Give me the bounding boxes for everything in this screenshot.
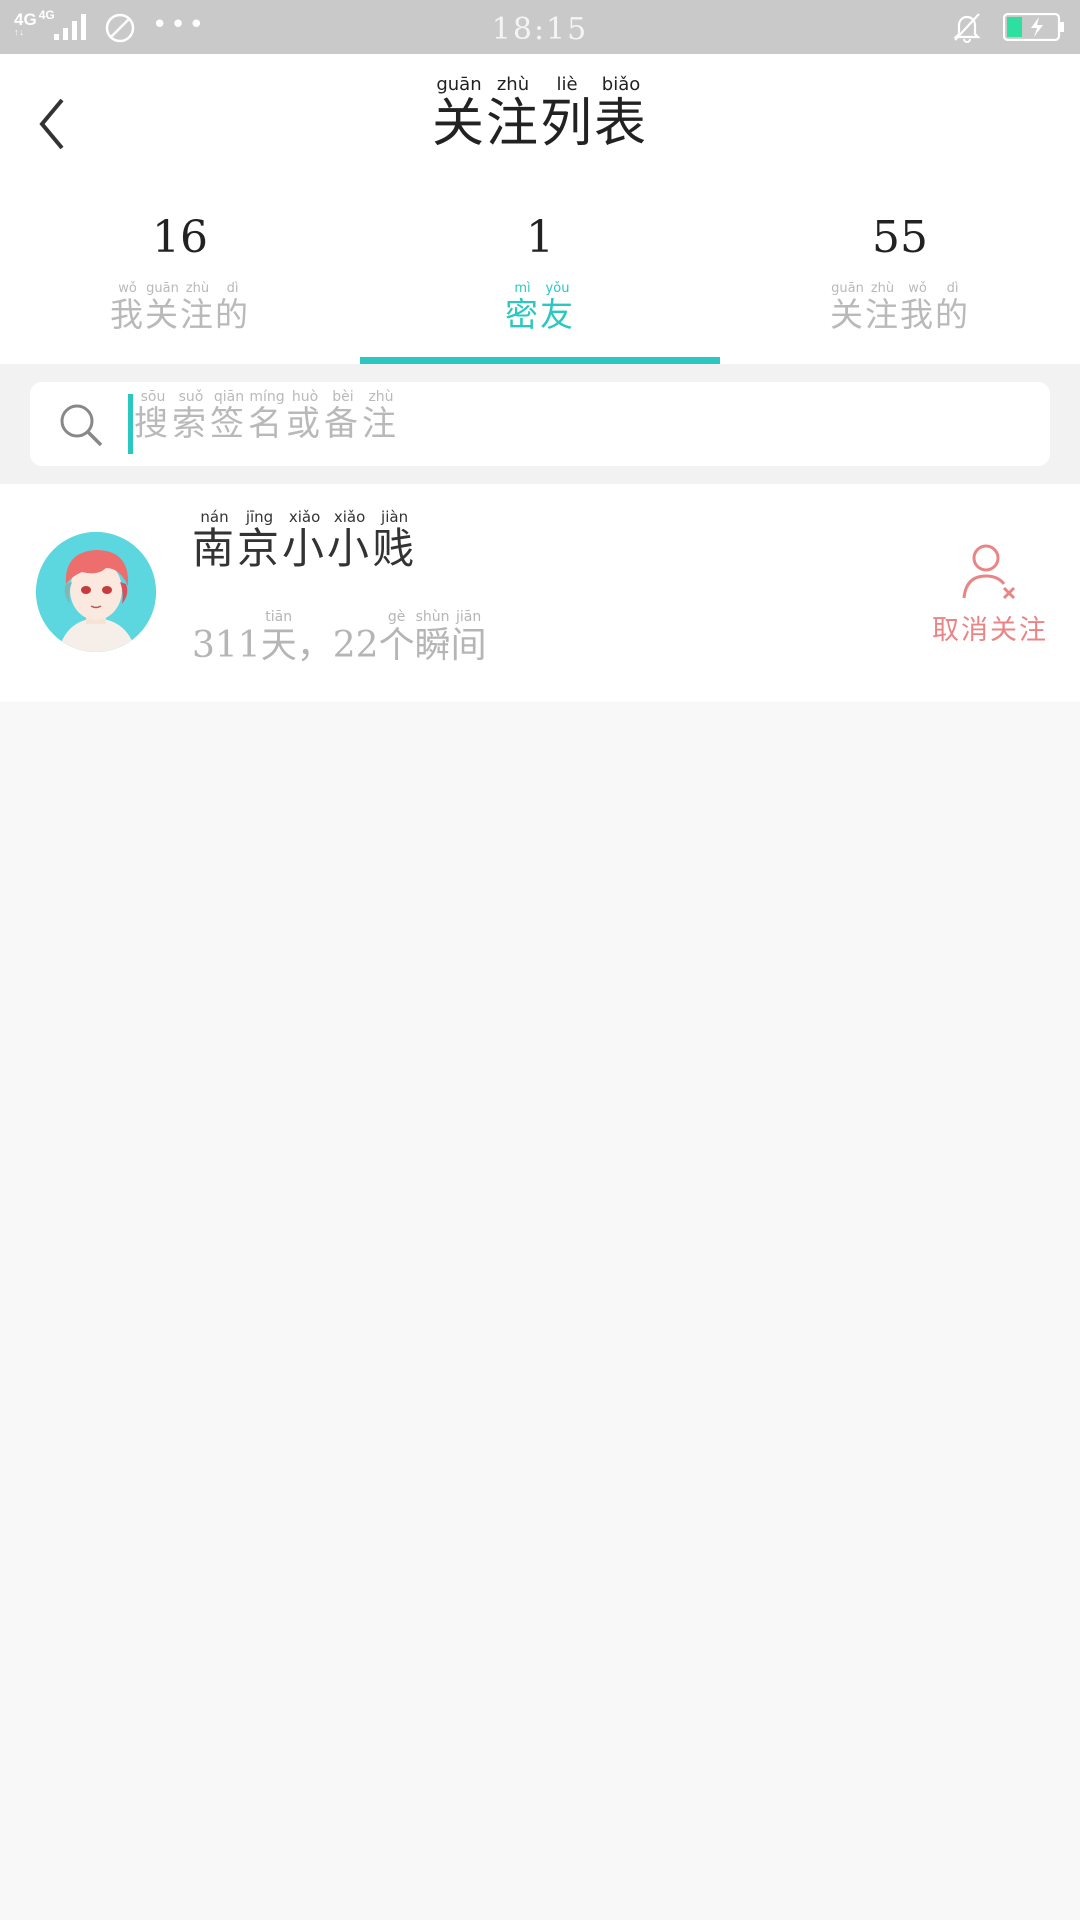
ruby-char: 天tiān bbox=[260, 609, 297, 666]
ruby-char: 关guān bbox=[145, 281, 180, 334]
search-placeholder: 搜sōu索suǒ签qiān名míng或huò备bèi注zhù bbox=[134, 389, 400, 445]
friend-name: 南nán京jīng小xiǎo小xiǎo贱jiàn bbox=[192, 508, 418, 576]
ruby-char: 签qiān bbox=[210, 389, 248, 444]
status-bar: 4G ↑↓ 4G ••• 18:15 bbox=[0, 0, 1080, 54]
search-section: 搜sōu索suǒ签qiān名míng或huò备bèi注zhù bbox=[0, 364, 1080, 484]
tab-count: 16 bbox=[152, 212, 208, 263]
ruby-char: 22 bbox=[332, 625, 379, 666]
ruby-char: 列liè bbox=[540, 74, 595, 154]
search-input[interactable]: 搜sōu索suǒ签qiān名míng或huò备bèi注zhù bbox=[30, 382, 1050, 466]
friend-stats: 311 天tiān， 22 个gè瞬shùn间jiān bbox=[192, 609, 487, 668]
avatar[interactable] bbox=[36, 532, 156, 652]
ruby-char: 311 bbox=[192, 625, 261, 666]
ruby-char: 的dì bbox=[935, 281, 970, 334]
tab-label: 关guān注zhù我wǒ的dì bbox=[720, 281, 1080, 336]
ruby-char: 小xiǎo bbox=[282, 508, 328, 573]
status-time: 18:15 bbox=[491, 12, 589, 47]
ruby-char: 或huò bbox=[286, 389, 324, 444]
tab-bar: 16 我wǒ关guān注zhù的dì 1 密mì友yǒu 55 关guān注zh… bbox=[0, 186, 1080, 364]
ruby-char: 南nán bbox=[192, 508, 238, 573]
empty-list-area bbox=[0, 702, 1080, 1920]
ruby-char: 个gè bbox=[378, 609, 415, 666]
ruby-char: 密mì bbox=[505, 281, 540, 334]
ruby-char: 关guān bbox=[431, 74, 486, 154]
battery-charging-icon bbox=[1003, 13, 1064, 41]
ruby-char: 搜sōu bbox=[134, 389, 172, 444]
tab-my-follows[interactable]: 16 我wǒ关guān注zhù的dì bbox=[0, 186, 360, 364]
tab-label: 我wǒ关guān注zhù的dì bbox=[0, 281, 360, 336]
ruby-char: 索suǒ bbox=[172, 389, 210, 444]
page-header: 关guān注zhù列liè表biǎo bbox=[0, 54, 1080, 186]
active-tab-indicator bbox=[360, 357, 720, 364]
ruby-char: 京jīng bbox=[237, 508, 283, 573]
ruby-char: 我wǒ bbox=[900, 281, 935, 334]
tab-count: 55 bbox=[872, 212, 928, 263]
page-title: 关guān注zhù列liè表biǎo bbox=[0, 74, 1080, 156]
ruby-char: 的dì bbox=[215, 281, 250, 334]
ruby-char: 友yǒu bbox=[540, 281, 575, 334]
tab-followers[interactable]: 55 关guān注zhù我wǒ的dì bbox=[720, 186, 1080, 364]
ruby-char: 瞬shùn bbox=[414, 609, 451, 666]
ruby-char: 间jiān bbox=[450, 609, 487, 666]
ruby-char: 名míng bbox=[248, 389, 286, 444]
ruby-char: 小xiǎo bbox=[327, 508, 373, 573]
search-icon bbox=[60, 404, 103, 447]
ruby-char: 备bèi bbox=[324, 389, 362, 444]
tab-close-friends[interactable]: 1 密mì友yǒu bbox=[360, 186, 720, 364]
ruby-char: ， bbox=[296, 625, 333, 666]
ruby-char: 表biǎo bbox=[594, 74, 649, 154]
ruby-char: 关guān bbox=[830, 281, 865, 334]
tab-count: 1 bbox=[526, 212, 554, 263]
unfollow-label: 取消关注 bbox=[932, 615, 1048, 646]
unfollow-button[interactable]: 取消关注 bbox=[920, 542, 1060, 652]
tab-label: 密mì友yǒu bbox=[360, 281, 720, 336]
list-item[interactable]: 南nán京jīng小xiǎo小xiǎo贱jiàn 311 天tiān， 22 个… bbox=[0, 484, 1080, 702]
ruby-char: 我wǒ bbox=[110, 281, 145, 334]
ruby-char: 注zhù bbox=[180, 281, 215, 334]
bell-off-icon bbox=[953, 13, 981, 43]
unfollow-user-icon bbox=[962, 544, 1016, 600]
ruby-char: 注zhù bbox=[865, 281, 900, 334]
ruby-char: 注zhù bbox=[362, 389, 400, 444]
ruby-char: 注zhù bbox=[485, 74, 540, 154]
text-cursor bbox=[128, 394, 133, 454]
ruby-char: 贱jiàn bbox=[372, 508, 418, 573]
